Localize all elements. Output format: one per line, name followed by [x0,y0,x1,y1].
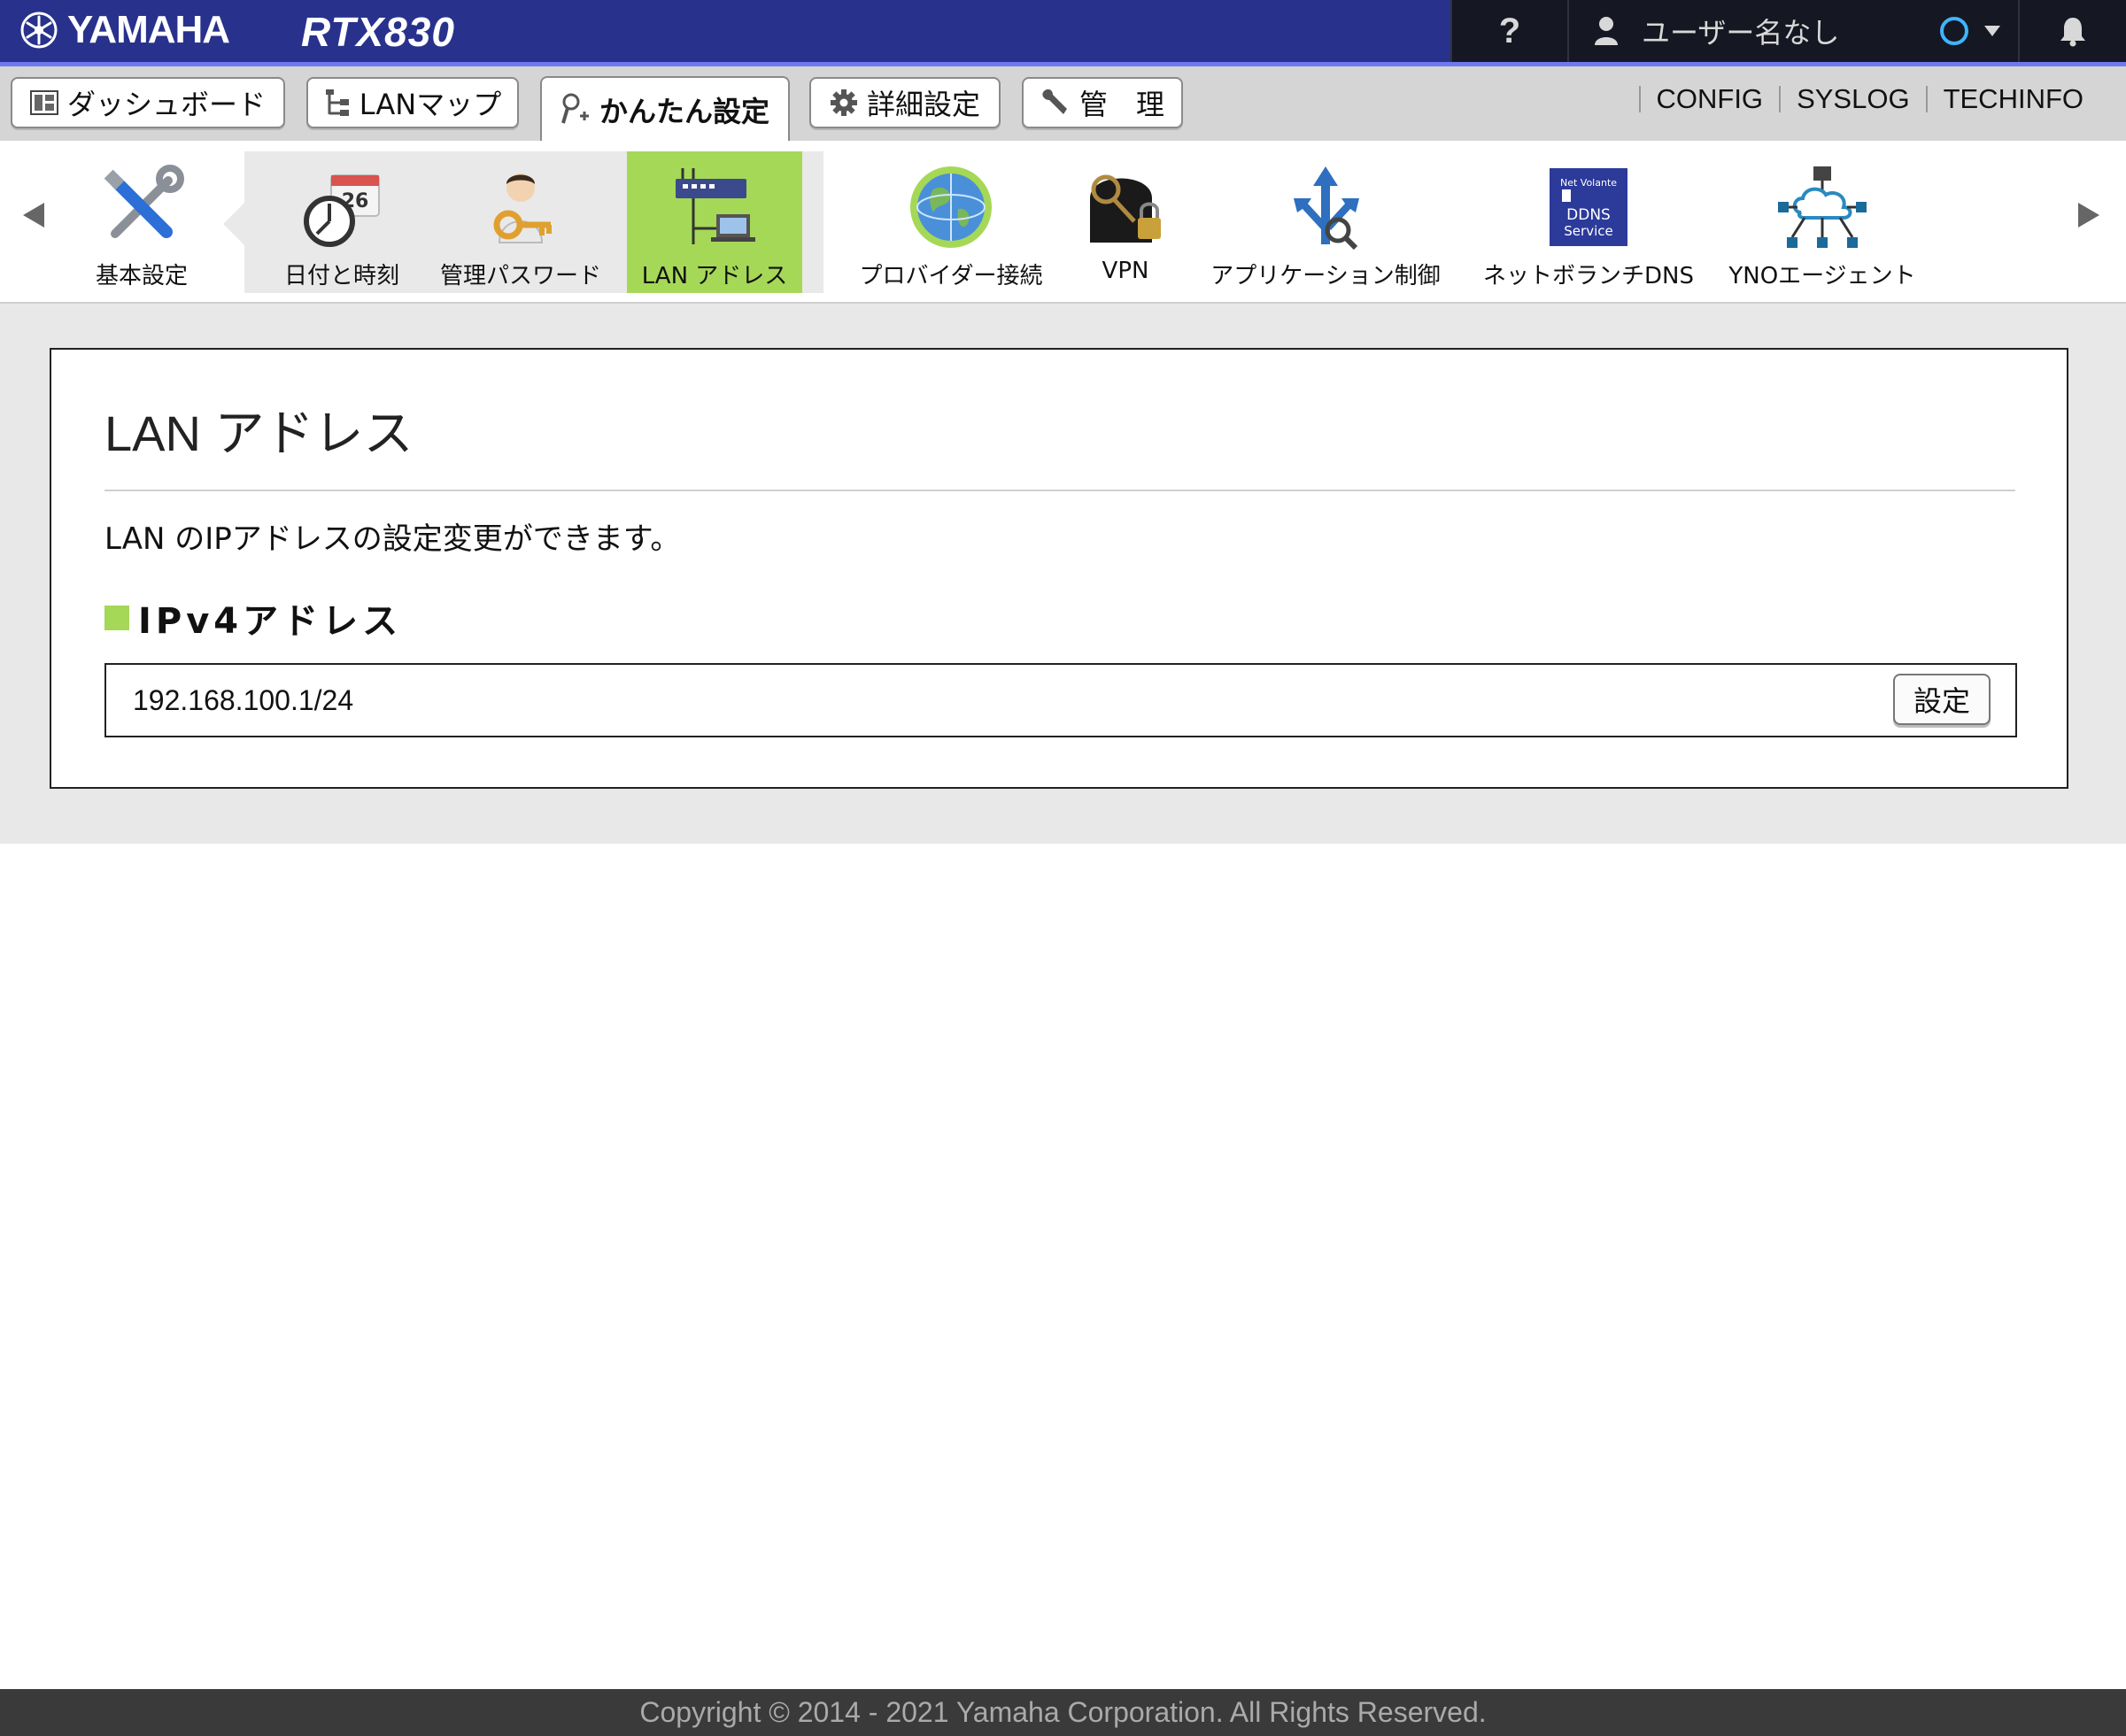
brand-name: YAMAHA [67,8,230,51]
menu-item-netvolante-dns[interactable]: Net Volante DDNS Service ネットボランチDNS [1473,151,1704,293]
ddns-icon-text-1: DDNS [1566,206,1611,224]
menu-item-label: プロバイダー接続 [859,263,1043,289]
tab-label: 管 理 [1078,88,1164,121]
top-header: YAMAHA RTX830 ? ユーザー名なし [0,0,2126,66]
set-button[interactable]: 設定 [1893,674,1991,725]
ddns-icon-top-text: Net Volante [1560,177,1617,189]
syslog-link[interactable]: SYSLOG [1779,85,1926,112]
menu-item-label: アプリケーション制御 [1210,263,1441,289]
bell-icon [2060,18,2085,47]
lan-map-icon [325,89,349,116]
scroll-right-arrow-icon[interactable] [2078,203,2099,228]
top-links: CONFIG SYSLOG TECHINFO [1638,85,2100,112]
group-pointer [223,203,244,245]
menu-item-label: VPN [1102,258,1149,284]
calendar-clock-icon: 26 [304,174,380,247]
gear-icon [830,89,857,116]
tuning-fork-emblem-icon [20,12,58,49]
admin-key-icon [493,174,552,243]
menu-item-basic-settings[interactable]: 基本設定 [80,151,204,293]
copyright-text: Copyright © 2014 - 2021 Yamaha Corporati… [639,1696,1487,1728]
scroll-left-arrow-icon[interactable] [23,203,44,228]
ipv4-address-row: 192.168.100.1/24 設定 [104,663,2017,737]
menu-item-provider-connection[interactable]: プロバイダー接続 [854,151,1048,293]
menu-item-date-time[interactable]: 26 日付と時刻 [271,151,413,293]
app-control-icon [1294,166,1359,251]
status-menu[interactable] [1921,0,2018,62]
yamaha-logo: YAMAHA [19,4,230,57]
tab-dashboard[interactable]: ダッシュボード [11,77,285,128]
user-name: ユーザー名なし [1642,16,1840,50]
main-tab-bar: ダッシュボード LANマップ かんたん設定 詳細設定 管 理 CONFIG SY… [0,66,2126,141]
lan-router-icon [676,168,755,244]
menu-item-vpn[interactable]: VPN [1077,151,1174,293]
tab-label: 詳細設定 [866,88,980,121]
ipv4-address-value: 192.168.100.1/24 [133,684,354,716]
page-description: LAN のIPアドレスの設定変更ができます。 [104,521,681,557]
notification-button[interactable] [2018,0,2126,62]
menu-item-label: YNOエージェント [1728,263,1916,289]
ddns-icon-text-2: Service [1564,223,1612,239]
tab-lan-map[interactable]: LANマップ [306,77,519,128]
tab-easy-setup[interactable]: かんたん設定 [540,76,790,141]
tab-label: LANマップ [359,88,502,121]
user-icon [1595,17,1618,45]
tab-label: ダッシュボード [66,88,266,121]
menu-item-label: ネットボランチDNS [1483,263,1694,289]
lan-address-panel: LAN アドレス LAN のIPアドレスの設定変更ができます。 IPv4アドレス… [50,348,2068,789]
menu-item-label: 基本設定 [95,263,188,289]
help-button[interactable]: ? [1450,0,1567,62]
network-cloud-icon [1778,166,1867,248]
tools-icon [104,165,184,238]
section-title: IPv4アドレス [138,601,403,642]
vpn-lock-icon [1090,174,1161,243]
globe-icon [910,166,992,248]
page-title: LAN アドレス [104,405,414,461]
help-label: ? [1498,11,1521,50]
title-divider [104,490,2015,491]
chevron-down-icon [1984,26,2000,36]
tab-management[interactable]: 管 理 [1022,77,1183,128]
menu-item-label: LAN アドレス [641,263,788,289]
techinfo-link[interactable]: TECHINFO [1925,85,2099,112]
menu-item-label: 管理パスワード [439,263,601,289]
ipv4-section-heading: IPv4アドレス [104,592,402,644]
dashboard-icon [29,90,58,115]
header-actions: ? ユーザー名なし [1450,0,2126,62]
menu-item-admin-password[interactable]: 管理パスワード [434,151,607,293]
status-ring-icon [1940,17,1968,45]
wrench-icon [1042,89,1067,114]
ddns-service-icon: Net Volante DDNS Service [1550,168,1627,246]
user-menu[interactable]: ユーザー名なし [1567,0,1921,62]
config-link[interactable]: CONFIG [1638,85,1780,112]
menu-item-application-control[interactable]: アプリケーション制御 [1206,151,1445,293]
model-name: RTX830 [301,9,455,55]
menu-item-lan-address[interactable]: LAN アドレス [627,151,802,293]
tab-label: かんたん設定 [599,94,769,128]
section-marker-icon [104,606,129,630]
easy-setup-menu: 基本設定 26 日付と時刻 管理パスワード LAN アドレス プロバイダー接続 … [0,141,2126,304]
footer: Copyright © 2014 - 2021 Yamaha Corporati… [0,1689,2126,1736]
menu-item-yno-agent[interactable]: YNOエージェント [1725,151,1920,293]
tab-advanced-settings[interactable]: 詳細設定 [809,77,1001,128]
easy-setup-icon [561,93,589,124]
menu-item-label: 日付と時刻 [283,263,399,289]
